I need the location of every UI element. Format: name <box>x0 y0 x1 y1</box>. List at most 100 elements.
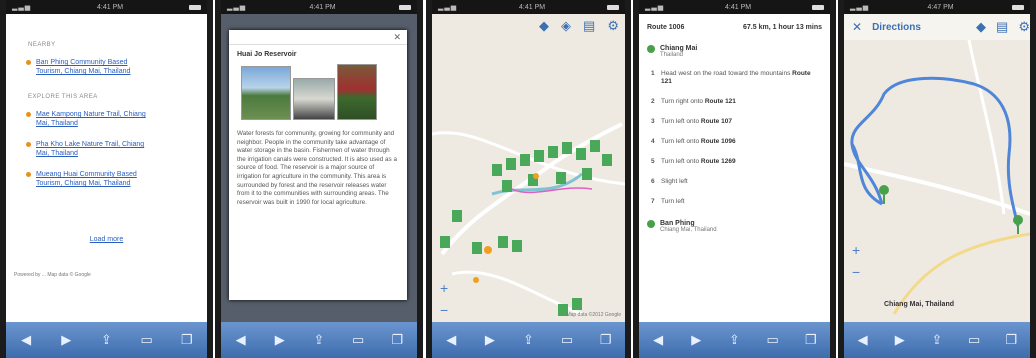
marker-icon <box>647 45 655 53</box>
place-link[interactable]: Pha Kho Lake Nature Trail, Chiang Mai, T… <box>36 140 146 158</box>
dialog-description: Water forests for community, growing for… <box>237 130 397 206</box>
list-item[interactable]: Mae Kampong Nature Trail, Chiang Mai, Th… <box>26 110 199 128</box>
bullet-icon <box>26 112 31 117</box>
dialog-header: ✕ <box>229 30 407 45</box>
list-item[interactable]: Ban Phing Community Based Tourism, Chian… <box>26 58 199 76</box>
tabs-icon[interactable]: ❐ <box>798 322 824 358</box>
status-time: 4:41 PM <box>725 3 752 11</box>
directions-toolbar: ✕ Directions ◆ ▤ ⚙ <box>844 14 1030 40</box>
signal-icon: ▂▃▅ <box>438 4 458 11</box>
zoom-out-button[interactable]: − <box>440 302 448 318</box>
status-time: 4:41 PM <box>519 3 546 11</box>
bookmarks-icon[interactable]: ▭ <box>554 322 580 358</box>
share-icon[interactable]: ⇪ <box>721 322 747 358</box>
list-item[interactable]: Pha Kho Lake Nature Trail, Chiang Mai, T… <box>26 140 199 158</box>
status-bar: ▂▃▅ 4:41 PM <box>639 0 830 14</box>
zoom-out-button[interactable]: − <box>852 264 860 280</box>
close-icon[interactable]: ✕ <box>393 32 401 43</box>
place-link[interactable]: Mueang Huai Community Based Tourism, Chi… <box>36 170 146 188</box>
phone-directions-map: ▂▃▅ 4:47 PM ✕ Directions ◆ ▤ ⚙ + − Chian… <box>838 0 1036 358</box>
section-label: NEARBY <box>28 42 56 48</box>
dialog-title: Huai Jo Reservoir <box>237 51 297 58</box>
share-icon[interactable]: ⇪ <box>515 322 541 358</box>
load-more-link[interactable]: Load more <box>14 236 199 243</box>
forward-icon[interactable]: ▶ <box>267 322 293 358</box>
battery-icon <box>606 4 619 10</box>
battery-icon <box>811 4 824 10</box>
tabs-icon[interactable]: ❐ <box>998 322 1024 358</box>
browser-toolbar: ◀ ▶ ⇪ ▭ ❐ <box>221 322 417 358</box>
settings-icon[interactable]: ⚙ <box>1018 19 1030 35</box>
bookmarks-icon[interactable]: ▭ <box>134 322 160 358</box>
direction-step[interactable]: 5 Turn left onto Route 1269 <box>651 158 822 166</box>
browser-toolbar: ◀ ▶ ⇪ ▭ ❐ <box>844 322 1030 358</box>
map-canvas[interactable] <box>432 14 625 322</box>
direction-step[interactable]: 4 Turn left onto Route 1096 <box>651 138 822 146</box>
bookmarks-icon[interactable]: ▭ <box>760 322 786 358</box>
list-item[interactable]: Mueang Huai Community Based Tourism, Chi… <box>26 170 199 188</box>
zoom-in-button[interactable]: + <box>852 242 860 258</box>
tabs-icon[interactable]: ❐ <box>593 322 619 358</box>
close-icon[interactable]: ✕ <box>852 20 862 34</box>
forward-icon[interactable]: ▶ <box>887 322 913 358</box>
tabs-icon[interactable]: ❐ <box>174 322 200 358</box>
back-icon[interactable]: ◀ <box>438 322 464 358</box>
map-screen[interactable]: ◆ ◈ ▤ ⚙ + − Map data ©2012 Google <box>432 14 625 322</box>
forward-icon[interactable]: ▶ <box>683 322 709 358</box>
settings-icon[interactable]: ⚙ <box>607 18 619 34</box>
signal-icon: ▂▃▅ <box>227 4 247 11</box>
share-icon[interactable]: ⇪ <box>93 322 119 358</box>
place-dialog: ✕ Huai Jo Reservoir Water forests for co… <box>229 30 407 300</box>
status-bar: ▂▃▅ 4:47 PM <box>844 0 1030 14</box>
direction-step[interactable]: 2 Turn right onto Route 121 <box>651 98 822 106</box>
directions-title: Directions <box>872 21 921 33</box>
browser-toolbar: ◀ ▶ ⇪ ▭ ❐ <box>6 322 207 358</box>
place-link[interactable]: Ban Phing Community Based Tourism, Chian… <box>36 58 146 76</box>
back-icon[interactable]: ◀ <box>645 322 671 358</box>
signal-icon: ▂▃▅ <box>12 4 32 11</box>
route-map[interactable] <box>844 14 1030 322</box>
list-icon[interactable]: ▤ <box>583 18 595 34</box>
signal-icon: ▂▃▅ <box>850 4 870 11</box>
back-icon[interactable]: ◀ <box>228 322 254 358</box>
zoom-in-button[interactable]: + <box>440 280 448 296</box>
bookmarks-icon[interactable]: ▭ <box>961 322 987 358</box>
place-link[interactable]: Mae Kampong Nature Trail, Chiang Mai, Th… <box>36 110 146 128</box>
directions-screen: Route 1006 67.5 km, 1 hour 13 mins Chian… <box>639 14 830 322</box>
status-bar: ▂▃▅ 4:41 PM <box>221 0 417 14</box>
tabs-icon[interactable]: ❐ <box>384 322 410 358</box>
signal-icon: ▂▃▅ <box>645 4 665 11</box>
place-name: Ban Phing <box>660 220 695 227</box>
map-place-label: Chiang Mai, Thailand <box>884 301 955 308</box>
status-bar: ▂▃▅ 4:41 PM <box>6 0 207 14</box>
place-region: Chiang Mai, Thailand <box>660 227 717 233</box>
list-icon[interactable]: ▤ <box>996 19 1008 35</box>
bookmarks-icon[interactable]: ▭ <box>345 322 371 358</box>
status-time: 4:41 PM <box>97 3 124 11</box>
photo-strip <box>237 64 399 124</box>
back-icon[interactable]: ◀ <box>13 322 39 358</box>
bullet-icon <box>26 172 31 177</box>
locate-icon[interactable]: ◆ <box>539 18 549 34</box>
photo-thumbnail[interactable] <box>293 78 335 120</box>
locate-icon[interactable]: ◆ <box>976 19 986 35</box>
photo-thumbnail[interactable] <box>241 66 291 120</box>
nearby-screen: NEARBY Ban Phing Community Based Tourism… <box>6 14 207 322</box>
share-icon[interactable]: ⇪ <box>924 322 950 358</box>
bullet-icon <box>26 60 31 65</box>
direction-step[interactable]: 3 Turn left onto Route 107 <box>651 118 822 126</box>
forward-icon[interactable]: ▶ <box>53 322 79 358</box>
direction-step[interactable]: 1 Head west on the road toward the mount… <box>651 70 822 86</box>
battery-icon <box>188 4 201 10</box>
photo-thumbnail[interactable] <box>337 64 377 120</box>
route-name: Route 1006 <box>647 24 685 31</box>
direction-step[interactable]: 6 Slight left <box>651 178 822 186</box>
share-icon[interactable]: ⇪ <box>306 322 332 358</box>
layers-icon[interactable]: ◈ <box>561 18 571 34</box>
direction-step[interactable]: 7 Turn left <box>651 198 822 206</box>
route-map-screen[interactable]: ✕ Directions ◆ ▤ ⚙ + − Chiang Mai, Thail… <box>844 14 1030 322</box>
status-bar: ▂▃▅ 4:41 PM <box>432 0 625 14</box>
forward-icon[interactable]: ▶ <box>477 322 503 358</box>
phone-nearby: ▂▃▅ 4:41 PM NEARBY Ban Phing Community B… <box>0 0 213 358</box>
back-icon[interactable]: ◀ <box>850 322 876 358</box>
